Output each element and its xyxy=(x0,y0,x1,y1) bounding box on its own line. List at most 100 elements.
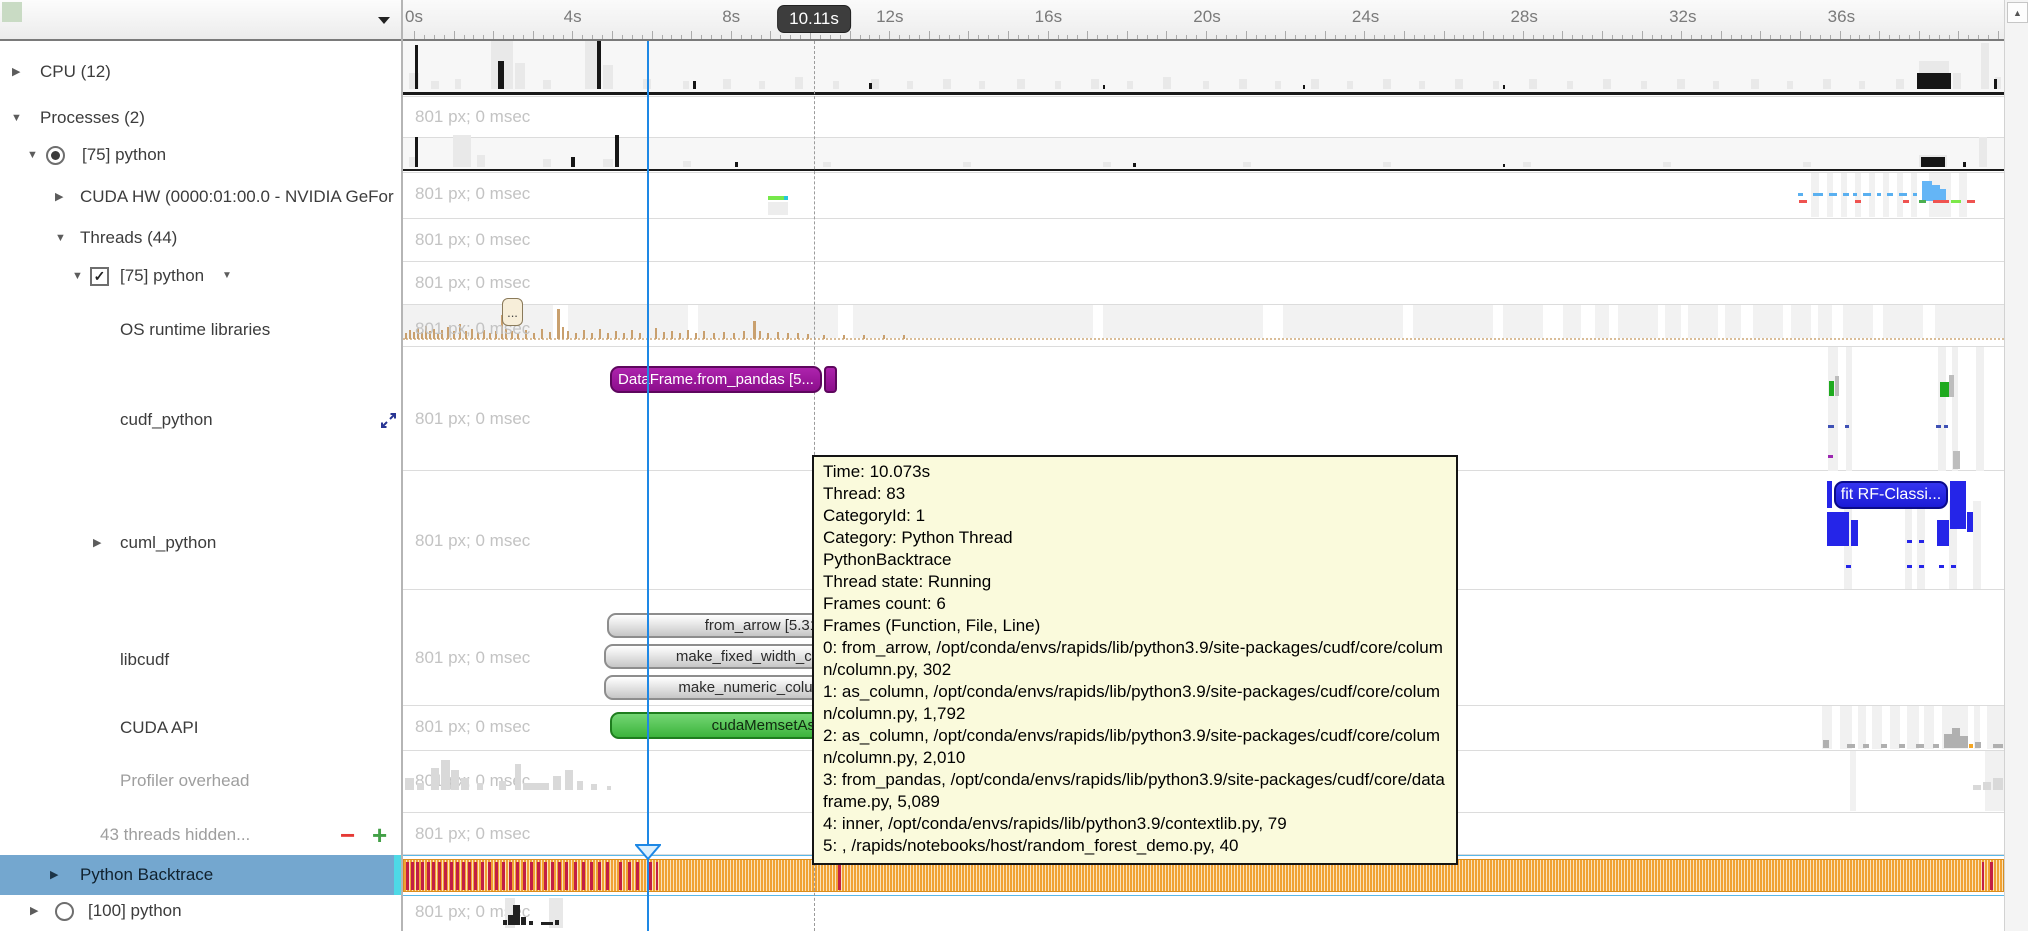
timeline-mark xyxy=(498,61,504,89)
ruler-tick xyxy=(1543,35,1544,39)
ruler-tick xyxy=(1404,31,1405,39)
timeline-canvas[interactable]: 10.11s 0s4s8s12s16s20s24s28s32s36s 801 p… xyxy=(403,0,2004,931)
timeline-mark xyxy=(823,335,825,339)
cursor-line[interactable] xyxy=(647,41,649,931)
sidebar-item-cuda-api[interactable]: CUDA API xyxy=(0,714,401,742)
timeline-row-cudf-python[interactable]: 801 px; 0 msec DataFrame.from_pandas [5.… xyxy=(403,347,2004,471)
timeline-row-thread-75[interactable]: 801 px; 0 msec xyxy=(403,262,2004,305)
process-radio-selected[interactable] xyxy=(46,146,65,165)
timeline-mark xyxy=(1413,305,1493,338)
expand-arrow-icon[interactable]: ▼ xyxy=(11,113,22,124)
collapse-arrow-icon[interactable]: ▶ xyxy=(55,192,63,203)
timeline-mark xyxy=(907,81,913,89)
expand-arrow-icon[interactable]: ▼ xyxy=(55,233,66,244)
timeline-mark xyxy=(1937,520,1949,546)
timeline-mark xyxy=(631,330,633,339)
thread-options-caret-icon[interactable]: ▼ xyxy=(222,271,232,281)
ruler-tick xyxy=(1315,35,1316,39)
row-placeholder: 801 px; 0 msec xyxy=(415,648,530,668)
timeline-mark xyxy=(1916,744,1924,748)
timeline-mark xyxy=(687,330,689,339)
expand-arrow-icon[interactable]: ▼ xyxy=(27,150,38,161)
ruler-tick xyxy=(444,35,445,39)
expand-arrow-icon[interactable]: ▼ xyxy=(72,271,83,282)
range-bar-dataframe-from-pandas[interactable]: DataFrame.from_pandas [5... xyxy=(610,366,822,393)
ruler-tick xyxy=(1226,35,1227,39)
collapse-arrow-icon[interactable]: ▶ xyxy=(30,906,38,917)
timeline-mark xyxy=(1890,706,1900,749)
ruler-tick xyxy=(1473,35,1474,39)
timeline-mark xyxy=(1103,305,1263,338)
ruler-tick xyxy=(473,35,474,39)
ruler-tick xyxy=(1434,35,1435,39)
timeline-mark xyxy=(1091,79,1099,89)
sidebar-item-hidden-threads[interactable]: 43 threads hidden... − + xyxy=(0,821,401,849)
timeline-mark xyxy=(1840,706,1852,749)
timeline-row-threads[interactable]: 801 px; 0 msec xyxy=(403,219,2004,262)
timeline-mark xyxy=(723,79,731,89)
timeline-row-os-runtime[interactable]: 801 px; 0 msec ... xyxy=(403,305,2004,347)
thread-checkbox-checked[interactable]: ✓ xyxy=(90,267,109,286)
sidebar-item-process-100-python[interactable]: ▶ [100] python xyxy=(0,897,401,925)
timeline-mark xyxy=(655,328,657,339)
sidebar-item-python-backtrace-selected[interactable]: ▶ Python Backtrace xyxy=(0,855,401,895)
timeline-mark xyxy=(1877,193,1881,196)
range-bar-segment[interactable] xyxy=(824,366,837,393)
ruler-tick xyxy=(563,35,564,39)
ruler-tick-label: 28s xyxy=(1510,7,1537,27)
ruler-tick xyxy=(1652,35,1653,39)
timeline-mark xyxy=(1863,744,1869,748)
collapse-arrow-icon[interactable]: ▶ xyxy=(50,870,58,881)
sidebar-item-cudf-python[interactable]: cudf_python xyxy=(0,406,401,434)
remove-row-button[interactable]: − xyxy=(340,825,355,845)
row-placeholder: 801 px; 0 msec xyxy=(415,717,530,737)
sidebar-item-processes[interactable]: ▼ Processes (2) xyxy=(0,104,401,132)
sidebar-item-process-75-python[interactable]: ▼ [75] python xyxy=(0,141,401,169)
sidebar-item-threads[interactable]: ▼ Threads (44) xyxy=(0,224,401,252)
ruler-tick xyxy=(1186,35,1187,39)
expand-row-icon[interactable] xyxy=(380,412,397,434)
timeline-mark xyxy=(1523,162,1531,167)
os-runtime-overflow-button[interactable]: ... xyxy=(502,298,523,326)
sidebar-item-label: CPU (12) xyxy=(40,62,111,82)
timeline-mark xyxy=(557,309,560,339)
ruler-tick xyxy=(701,35,702,39)
process-radio-unselected[interactable] xyxy=(55,902,74,921)
range-bar-fit-rf-classifier[interactable]: fit RF-Classi... xyxy=(1834,481,1948,509)
ruler-tick xyxy=(1256,35,1257,39)
ruler-tick-label: 0s xyxy=(405,7,423,27)
sidebar-item-libcudf[interactable]: libcudf xyxy=(0,646,401,674)
collapse-arrow-icon[interactable]: ▶ xyxy=(12,67,20,78)
sidebar-item-cpu[interactable]: ▶ CPU (12) xyxy=(0,58,401,86)
timeline-mark xyxy=(421,862,424,890)
timeline-mark xyxy=(1419,81,1425,89)
timeline-mark xyxy=(797,333,799,339)
timeline-row-processes[interactable]: 801 px; 0 msec xyxy=(403,97,2004,138)
vertical-scrollbar[interactable]: ▲ xyxy=(2004,0,2028,931)
timeline-row-cuda-hw[interactable]: 801 px; 0 msec xyxy=(403,173,2004,219)
ruler-tick xyxy=(1751,35,1752,39)
timeline-mark xyxy=(1753,305,1783,338)
sidebar-options-caret-icon[interactable] xyxy=(378,17,390,24)
timeline-row-cpu[interactable]: 801 px; 0 msec xyxy=(403,41,2004,97)
sidebar-item-cuda-hw[interactable]: ▶ CUDA HW (0000:01:00.0 - NVIDIA GeFor xyxy=(0,183,401,211)
collapse-arrow-icon[interactable]: ▶ xyxy=(93,538,101,549)
scroll-up-button[interactable]: ▲ xyxy=(2007,2,2028,23)
sidebar-item-thread-75-python[interactable]: ▼ ✓ [75] python ▼ xyxy=(0,262,401,290)
tooltip-line: PythonBacktrace xyxy=(823,549,1447,571)
ruler-tick xyxy=(1701,35,1702,39)
ruler-tick xyxy=(1958,31,1959,39)
ruler-tick xyxy=(751,35,752,39)
add-row-button[interactable]: + xyxy=(372,825,387,845)
timeline-row-process-100[interactable]: 801 px; 0 msec xyxy=(403,896,2004,931)
ruler-tick xyxy=(1968,35,1969,39)
timeline-mark xyxy=(693,81,696,89)
cursor-marker-icon[interactable] xyxy=(635,844,661,861)
timeline-row-process-75-graph[interactable]: 801 px; 0 msec xyxy=(403,138,2004,173)
time-ruler[interactable]: 10.11s 0s4s8s12s16s20s24s28s32s36s xyxy=(403,0,2004,41)
sidebar-item-os-runtime-libraries[interactable]: OS runtime libraries xyxy=(0,316,401,344)
sidebar-item-profiler-overhead[interactable]: Profiler overhead xyxy=(0,767,401,795)
ruler-tick xyxy=(860,35,861,39)
sidebar-item-cuml-python[interactable]: ▶ cuml_python xyxy=(0,529,401,557)
ruler-tick xyxy=(1602,31,1603,39)
